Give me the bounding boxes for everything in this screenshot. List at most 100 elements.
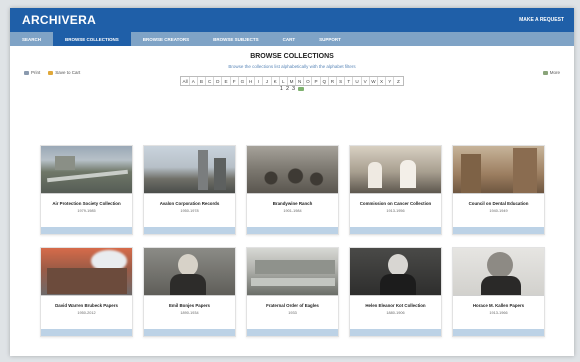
- collection-dates: 1950-2012: [77, 311, 96, 315]
- filter-all[interactable]: All: [181, 77, 190, 85]
- more-button[interactable]: More: [542, 70, 560, 75]
- collection-title[interactable]: Emil Bonjes Papers: [144, 303, 235, 308]
- page-link[interactable]: 1: [280, 86, 283, 92]
- filter-letter[interactable]: V: [362, 77, 370, 85]
- collection-dates: 1880-1906: [386, 311, 405, 315]
- collection-dates: 1901-1984: [283, 209, 302, 213]
- collection-title[interactable]: Air Protection Society Collection: [41, 201, 132, 206]
- alphabet-bar: All A B C D E F G H I J K L M N O P Q R …: [180, 76, 404, 86]
- nav-browse-collections[interactable]: BROWSE COLLECTIONS: [53, 32, 131, 46]
- card-footer: [247, 227, 338, 234]
- collection-dates: 1913-1956: [386, 209, 405, 213]
- collection-thumbnail[interactable]: [41, 248, 132, 296]
- collection-card[interactable]: Council on Dental Education 1940-1949: [452, 145, 545, 235]
- print-label: Print: [31, 70, 41, 75]
- next-page-icon[interactable]: [298, 87, 305, 91]
- collection-card[interactable]: Brandywine Ranch 1901-1984: [246, 145, 339, 235]
- filter-letter[interactable]: A: [190, 77, 198, 85]
- page-title: BROWSE COLLECTIONS: [250, 53, 334, 60]
- card-footer: [144, 329, 235, 336]
- filter-letter[interactable]: L: [280, 77, 288, 85]
- filter-letter[interactable]: I: [255, 77, 264, 85]
- filter-letter[interactable]: C: [206, 77, 215, 85]
- filter-letter[interactable]: G: [239, 77, 247, 85]
- filter-letter[interactable]: Z: [394, 77, 402, 85]
- page-link[interactable]: 2: [286, 86, 289, 92]
- collection-dates: 1940-1949: [489, 209, 508, 213]
- nav-browse-subjects[interactable]: BROWSE SUBJECTS: [201, 32, 271, 46]
- filter-letter[interactable]: X: [378, 77, 387, 85]
- filter-letter[interactable]: Q: [321, 77, 329, 85]
- filter-letter[interactable]: Y: [386, 77, 395, 85]
- filter-letter[interactable]: R: [329, 77, 338, 85]
- card-footer: [350, 227, 441, 234]
- collection-thumbnail[interactable]: [350, 248, 441, 296]
- card-footer: [453, 329, 544, 336]
- collection-dates: 1913-1966: [489, 311, 508, 315]
- app-header: ARCHIVERA MAKE A REQUEST: [10, 8, 574, 32]
- list-toolbar: Print Save to Cart More: [24, 70, 560, 75]
- collection-card[interactable]: David Warren Brubeck Papers 1950-2012: [40, 247, 133, 337]
- collection-thumbnail[interactable]: [350, 146, 441, 194]
- nav-cart[interactable]: CART: [271, 32, 308, 46]
- filter-letter[interactable]: P: [312, 77, 321, 85]
- filter-letter[interactable]: B: [198, 77, 207, 85]
- cart-icon: [48, 70, 54, 75]
- collection-thumbnail[interactable]: [144, 248, 235, 296]
- filter-letter[interactable]: H: [247, 77, 256, 85]
- collection-dates: 1933: [288, 311, 297, 315]
- card-footer: [247, 329, 338, 336]
- filter-letter[interactable]: J: [263, 77, 272, 85]
- collection-title[interactable]: Council on Dental Education: [453, 201, 544, 206]
- collection-dates: 1950-1978: [180, 209, 199, 213]
- collection-card[interactable]: Horace M. Kallen Papers 1913-1966: [452, 247, 545, 337]
- nav-browse-creators[interactable]: BROWSE CREATORS: [131, 32, 201, 46]
- make-request-link[interactable]: MAKE A REQUEST: [519, 17, 564, 23]
- collection-card[interactable]: Helen Eleanor Kot Collection 1880-1906: [349, 247, 442, 337]
- filter-letter[interactable]: N: [296, 77, 305, 85]
- collection-title[interactable]: Fraternal Order of Eagles: [247, 303, 338, 308]
- collection-thumbnail[interactable]: [453, 248, 544, 296]
- filter-letter[interactable]: K: [272, 77, 280, 85]
- collection-thumbnail[interactable]: [247, 248, 338, 296]
- save-label: Save to Cart: [55, 70, 81, 75]
- collection-card[interactable]: Avalon Corporation Records 1950-1978: [143, 145, 236, 235]
- collection-thumbnail[interactable]: [247, 146, 338, 194]
- nav-search[interactable]: SEARCH: [10, 32, 53, 46]
- page-link[interactable]: 3: [292, 86, 295, 92]
- collection-title[interactable]: Avalon Corporation Records: [144, 201, 235, 206]
- collection-title[interactable]: David Warren Brubeck Papers: [41, 303, 132, 308]
- nav-support[interactable]: SUPPORT: [307, 32, 353, 46]
- save-to-cart-button[interactable]: Save to Cart: [48, 70, 80, 75]
- collection-card[interactable]: Fraternal Order of Eagles 1933: [246, 247, 339, 337]
- alphabet-filter: All A B C D E F G H I J K L M N O P Q R …: [10, 76, 574, 86]
- collection-title[interactable]: Helen Eleanor Kot Collection: [350, 303, 441, 308]
- collections-grid: Air Protection Society Collection 1979-1…: [40, 145, 545, 337]
- collection-title[interactable]: Horace M. Kallen Papers: [453, 303, 544, 308]
- filter-letter[interactable]: T: [345, 77, 354, 85]
- collection-thumbnail[interactable]: [144, 146, 235, 194]
- print-button[interactable]: Print: [24, 70, 40, 75]
- filter-letter[interactable]: U: [353, 77, 362, 85]
- filter-letter[interactable]: S: [337, 77, 346, 85]
- filter-letter[interactable]: W: [370, 77, 378, 85]
- main-content: BROWSE COLLECTIONS Browse the collection…: [10, 46, 574, 86]
- filter-letter[interactable]: F: [231, 77, 239, 85]
- collection-card[interactable]: Air Protection Society Collection 1979-1…: [40, 145, 133, 235]
- filter-letter[interactable]: D: [214, 77, 223, 85]
- filter-letter[interactable]: M: [288, 77, 297, 85]
- collection-thumbnail[interactable]: [453, 146, 544, 194]
- app-frame: ARCHIVERA MAKE A REQUEST SEARCH BROWSE C…: [10, 8, 574, 356]
- more-icon: [542, 70, 548, 75]
- collection-thumbnail[interactable]: [41, 146, 132, 194]
- collection-card[interactable]: Commission on Cancer Collection 1913-195…: [349, 145, 442, 235]
- filter-letter[interactable]: O: [304, 77, 313, 85]
- collection-card[interactable]: Emil Bonjes Papers 1890-1934: [143, 247, 236, 337]
- collection-title[interactable]: Brandywine Ranch: [247, 201, 338, 206]
- page-subtitle: Browse the collections list alphabetical…: [228, 64, 356, 69]
- collection-title[interactable]: Commission on Cancer Collection: [350, 201, 441, 206]
- card-footer: [41, 329, 132, 336]
- filter-letter[interactable]: E: [222, 77, 231, 85]
- card-footer: [453, 227, 544, 234]
- brand-logo[interactable]: ARCHIVERA: [22, 13, 96, 27]
